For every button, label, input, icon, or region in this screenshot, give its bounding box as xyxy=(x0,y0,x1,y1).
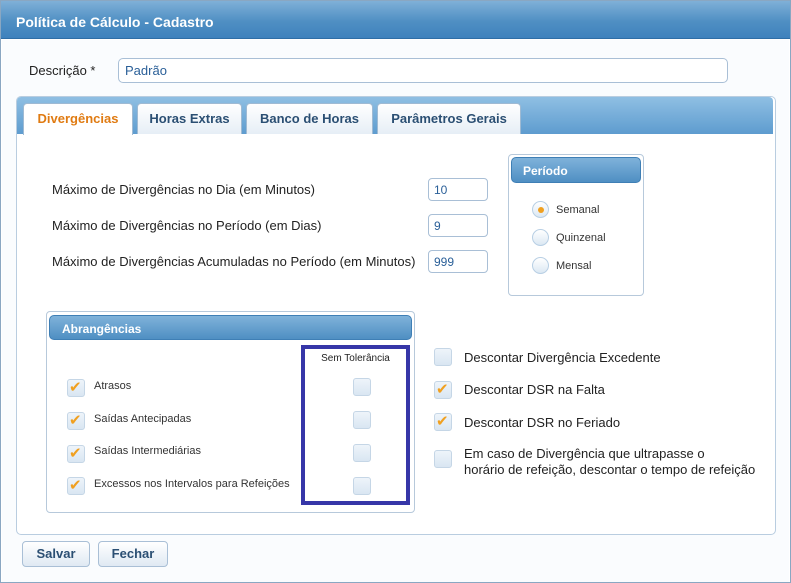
max-div-periodo-input[interactable] xyxy=(428,214,488,237)
checkbox-descontar-tempo-refeicao[interactable] xyxy=(434,450,452,468)
max-div-dia-label: Máximo de Divergências no Dia (em Minuto… xyxy=(52,182,315,197)
tab-divergencias[interactable]: Divergências xyxy=(23,103,133,135)
check-icon: ✔ xyxy=(69,379,82,396)
checkbox-excessos-intervalos-sem-tolerancia[interactable] xyxy=(353,477,371,495)
descricao-input[interactable] xyxy=(118,58,728,83)
descontar-divergencia-excedente-label: Descontar Divergência Excedente xyxy=(464,350,661,365)
periodo-title: Período xyxy=(523,164,568,178)
checkbox-descontar-dsr-feriado[interactable]: ✔ xyxy=(434,413,452,431)
close-button[interactable]: Fechar xyxy=(98,541,168,567)
radio-semanal-label: Semanal xyxy=(556,204,600,216)
checkbox-saidas-antecipadas[interactable]: ✔ xyxy=(67,412,85,430)
check-icon: ✔ xyxy=(69,445,82,462)
excessos-intervalos-label: Excessos nos Intervalos para Refeições xyxy=(94,478,290,490)
checkbox-saidas-intermediarias[interactable]: ✔ xyxy=(67,445,85,463)
max-div-acumuladas-input[interactable] xyxy=(428,250,488,273)
saidas-intermediarias-label: Saídas Intermediárias xyxy=(94,445,201,457)
periodo-header: Período xyxy=(511,157,641,183)
check-icon: ✔ xyxy=(436,381,449,398)
atrasos-label: Atrasos xyxy=(94,380,132,392)
checkbox-atrasos[interactable]: ✔ xyxy=(67,379,85,397)
checkbox-descontar-dsr-falta[interactable]: ✔ xyxy=(434,381,452,399)
descontar-dsr-feriado-label: Descontar DSR no Feriado xyxy=(464,415,621,430)
title-bar[interactable]: Política de Cálculo - Cadastro xyxy=(1,1,790,39)
tab-banco-de-horas[interactable]: Banco de Horas xyxy=(246,103,373,134)
descontar-tempo-refeicao-label-line1: Em caso de Divergência que ultrapasse o xyxy=(464,446,705,461)
sem-tolerancia-header: Sem Tolerância xyxy=(321,353,390,364)
tab-parametros-gerais[interactable]: Parâmetros Gerais xyxy=(377,103,521,134)
radio-semanal[interactable] xyxy=(532,201,549,218)
descontar-dsr-falta-label: Descontar DSR na Falta xyxy=(464,382,605,397)
descontar-tempo-refeicao-label-line2: horário de refeição, descontar o tempo d… xyxy=(464,462,756,477)
check-icon: ✔ xyxy=(436,413,449,430)
descricao-label: Descrição * xyxy=(29,63,96,78)
dialog-window: Política de Cálculo - Cadastro Descrição… xyxy=(0,0,791,583)
checkbox-saidas-antecipadas-sem-tolerancia[interactable] xyxy=(353,411,371,429)
radio-mensal[interactable] xyxy=(532,257,549,274)
checkbox-excessos-intervalos[interactable]: ✔ xyxy=(67,477,85,495)
radio-mensal-label: Mensal xyxy=(556,260,592,272)
max-div-acumuladas-label: Máximo de Divergências Acumuladas no Per… xyxy=(52,254,416,269)
window-title: Política de Cálculo - Cadastro xyxy=(16,14,214,30)
radio-quinzenal-label: Quinzenal xyxy=(556,232,606,244)
max-div-dia-input[interactable] xyxy=(428,178,488,201)
abrangencias-header: Abrangências xyxy=(49,315,412,340)
saidas-antecipadas-label: Saídas Antecipadas xyxy=(94,413,192,425)
save-button[interactable]: Salvar xyxy=(22,541,90,567)
check-icon: ✔ xyxy=(69,477,82,494)
checkbox-atrasos-sem-tolerancia[interactable] xyxy=(353,378,371,396)
max-div-periodo-label: Máximo de Divergências no Período (em Di… xyxy=(52,218,322,233)
abrangencias-title: Abrangências xyxy=(62,322,142,336)
checkbox-saidas-intermediarias-sem-tolerancia[interactable] xyxy=(353,444,371,462)
tab-horas-extras[interactable]: Horas Extras xyxy=(137,103,242,134)
checkbox-descontar-divergencia-excedente[interactable] xyxy=(434,348,452,366)
check-icon: ✔ xyxy=(69,412,82,429)
radio-quinzenal[interactable] xyxy=(532,229,549,246)
